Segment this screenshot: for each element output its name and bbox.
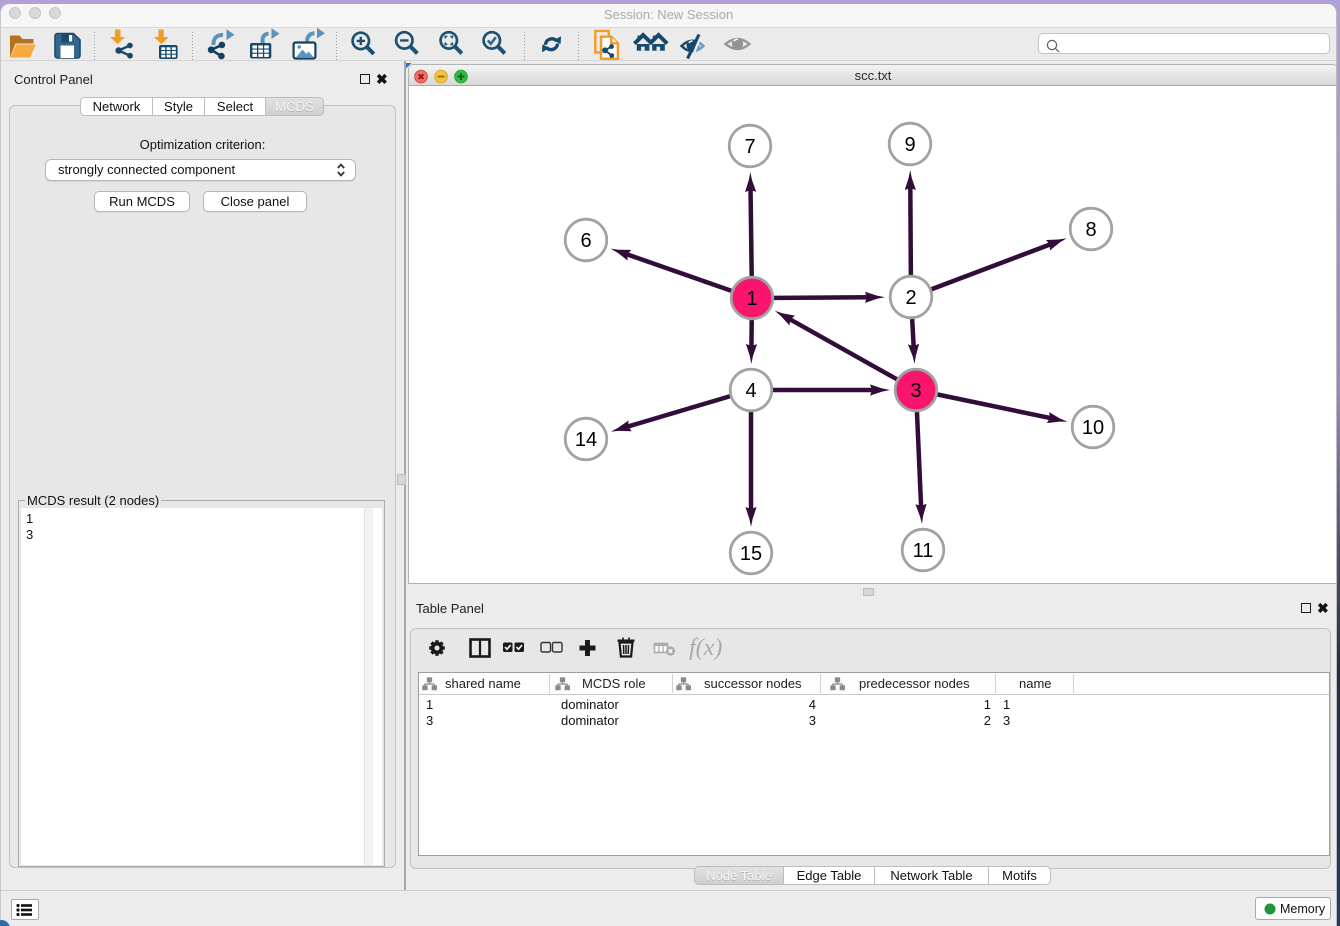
svg-text:2: 2 (905, 287, 916, 309)
svg-text:6: 6 (580, 230, 591, 252)
svg-text:1: 1 (746, 288, 757, 310)
svg-text:14: 14 (575, 429, 597, 451)
svg-text:3: 3 (910, 380, 921, 402)
svg-text:f(x): f(x) (689, 635, 722, 661)
svg-text:10: 10 (1082, 417, 1104, 439)
svg-text:15: 15 (740, 543, 762, 565)
svg-text:11: 11 (913, 540, 934, 562)
svg-text:9: 9 (904, 134, 915, 156)
svg-text:7: 7 (744, 136, 755, 158)
svg-text:4: 4 (745, 380, 756, 402)
svg-text:8: 8 (1085, 219, 1096, 241)
